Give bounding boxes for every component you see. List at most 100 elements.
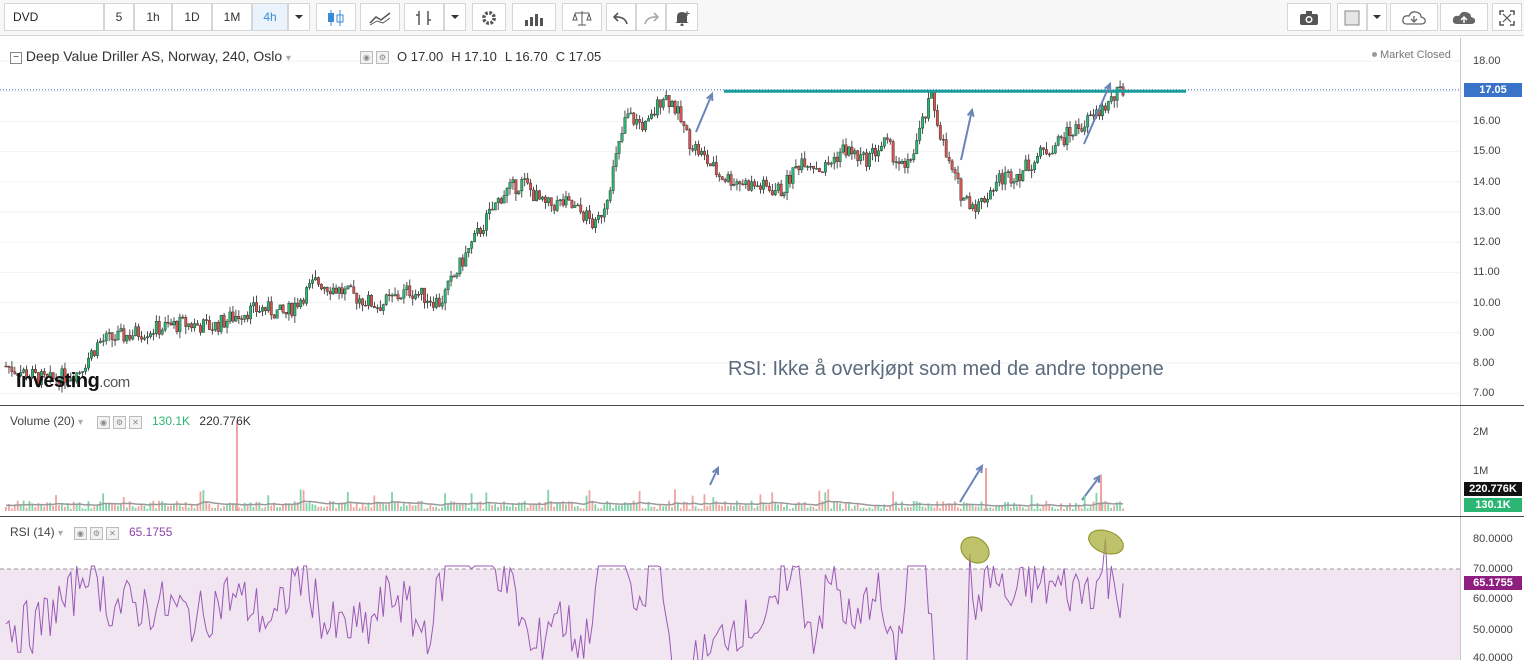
candle-body (788, 175, 792, 184)
candle-body (994, 181, 998, 191)
volume-bar (167, 506, 169, 511)
volume-bar (1030, 494, 1033, 511)
indicators-button[interactable] (404, 3, 444, 31)
candle-body (700, 150, 703, 155)
chevron-down-icon[interactable]: ▾ (78, 417, 83, 428)
alert-button[interactable] (666, 3, 698, 31)
candle-body (134, 326, 138, 336)
chevron-down-icon[interactable]: ▾ (58, 528, 63, 539)
rsi-band (0, 569, 1460, 660)
volume-bar (1086, 508, 1089, 511)
candle-body (113, 339, 117, 342)
volume-ma-tag: 220.776K (1464, 482, 1522, 496)
close-icon[interactable]: ✕ (106, 527, 119, 540)
candle-body (738, 181, 742, 185)
volume-bar (618, 505, 620, 511)
volume-bar (677, 503, 679, 511)
candle-body (803, 158, 807, 168)
candle-body (1047, 153, 1051, 156)
volume-bar (644, 508, 647, 511)
candle-body (202, 319, 205, 333)
interval-5-button[interactable]: 5 (104, 3, 134, 31)
candle-body (222, 315, 226, 328)
candle-body (1024, 159, 1028, 171)
chart-legend: − Deep Value Driller AS, Norway, 240, Os… (10, 48, 291, 64)
candle-body (667, 95, 671, 107)
scale-button[interactable] (562, 3, 602, 31)
candle-body (166, 321, 170, 324)
volume-bar (464, 503, 467, 511)
volume-bar (921, 506, 924, 511)
chart-canvas[interactable] (0, 36, 1524, 660)
rsi-legend: RSI (14) ▾ (10, 525, 63, 539)
rsi-indicator-label: RSI (14) (10, 525, 55, 539)
interval-1m-button[interactable]: 1M (212, 3, 252, 31)
candle-body (935, 110, 939, 126)
color-dropdown-button[interactable] (1367, 3, 1387, 31)
alert-bell-icon (675, 11, 690, 26)
candle-body (101, 340, 105, 343)
volume-bar (394, 502, 396, 511)
interval-dropdown-button[interactable] (288, 3, 310, 31)
volume-bar (1113, 505, 1116, 511)
candle-body (485, 213, 488, 231)
volume-bars (5, 421, 1124, 511)
volume-bar (886, 508, 889, 511)
volume-bar (753, 507, 756, 511)
volume-bar (397, 501, 399, 511)
volume-bar (874, 506, 877, 511)
interval-1d-button[interactable]: 1D (172, 3, 212, 31)
settings-button[interactable] (472, 3, 506, 31)
candle-body (228, 311, 232, 322)
logo-suffix-text: .com (99, 374, 130, 391)
indicators-dropdown-button[interactable] (444, 3, 466, 31)
candle-body (328, 291, 332, 295)
volume-bar (718, 504, 721, 511)
settings-mini-icon[interactable]: ⚙ (90, 527, 103, 540)
volume-bar (650, 506, 653, 511)
price-tick: 12.00 (1473, 236, 1501, 248)
color-picker-button[interactable] (1337, 3, 1367, 31)
volume-bar (800, 505, 803, 511)
volume-toggle-button[interactable] (512, 3, 556, 31)
volume-bar (488, 502, 491, 511)
scale-icon (572, 11, 592, 26)
redo-button[interactable] (636, 3, 666, 31)
eye-icon[interactable]: ◉ (97, 416, 110, 429)
volume-bar (308, 502, 311, 511)
chevron-down-icon[interactable]: ▾ (286, 53, 291, 64)
volume-bar (108, 503, 110, 511)
load-chart-button[interactable] (1390, 3, 1438, 31)
save-chart-button[interactable] (1440, 3, 1488, 31)
volume-bar (408, 503, 411, 511)
volume-bar (352, 507, 355, 511)
candle-body (1018, 174, 1022, 181)
candlestick-style-button[interactable] (316, 3, 356, 31)
undo-button[interactable] (606, 3, 636, 31)
symbol-input[interactable]: DVD (4, 3, 104, 31)
eye-icon[interactable]: ◉ (74, 527, 87, 540)
interval-1h-button[interactable]: 1h (134, 3, 172, 31)
volume-bar (1018, 505, 1021, 511)
gear-icon (482, 11, 496, 25)
settings-mini-icon[interactable]: ⚙ (376, 51, 389, 64)
cloud-download-icon (1402, 11, 1426, 25)
volume-bar (594, 504, 597, 511)
candle-body (470, 241, 474, 249)
close-icon[interactable]: ✕ (129, 416, 142, 429)
candle-body (249, 305, 253, 320)
volume-bar (125, 507, 128, 511)
interval-4h-button[interactable]: 4h (252, 3, 288, 31)
candle-body (588, 210, 591, 219)
settings-mini-icon[interactable]: ⚙ (113, 416, 126, 429)
volume-bar (827, 489, 830, 511)
eye-icon[interactable]: ◉ (360, 51, 373, 64)
candle-body (626, 113, 630, 118)
volume-bar (833, 501, 836, 511)
fullscreen-button[interactable] (1492, 3, 1522, 31)
pane-divider-rsi (0, 516, 1524, 517)
candle-body (564, 196, 568, 206)
screenshot-button[interactable] (1287, 3, 1331, 31)
compare-button[interactable] (360, 3, 400, 31)
collapse-toggle-icon[interactable]: − (10, 52, 22, 64)
